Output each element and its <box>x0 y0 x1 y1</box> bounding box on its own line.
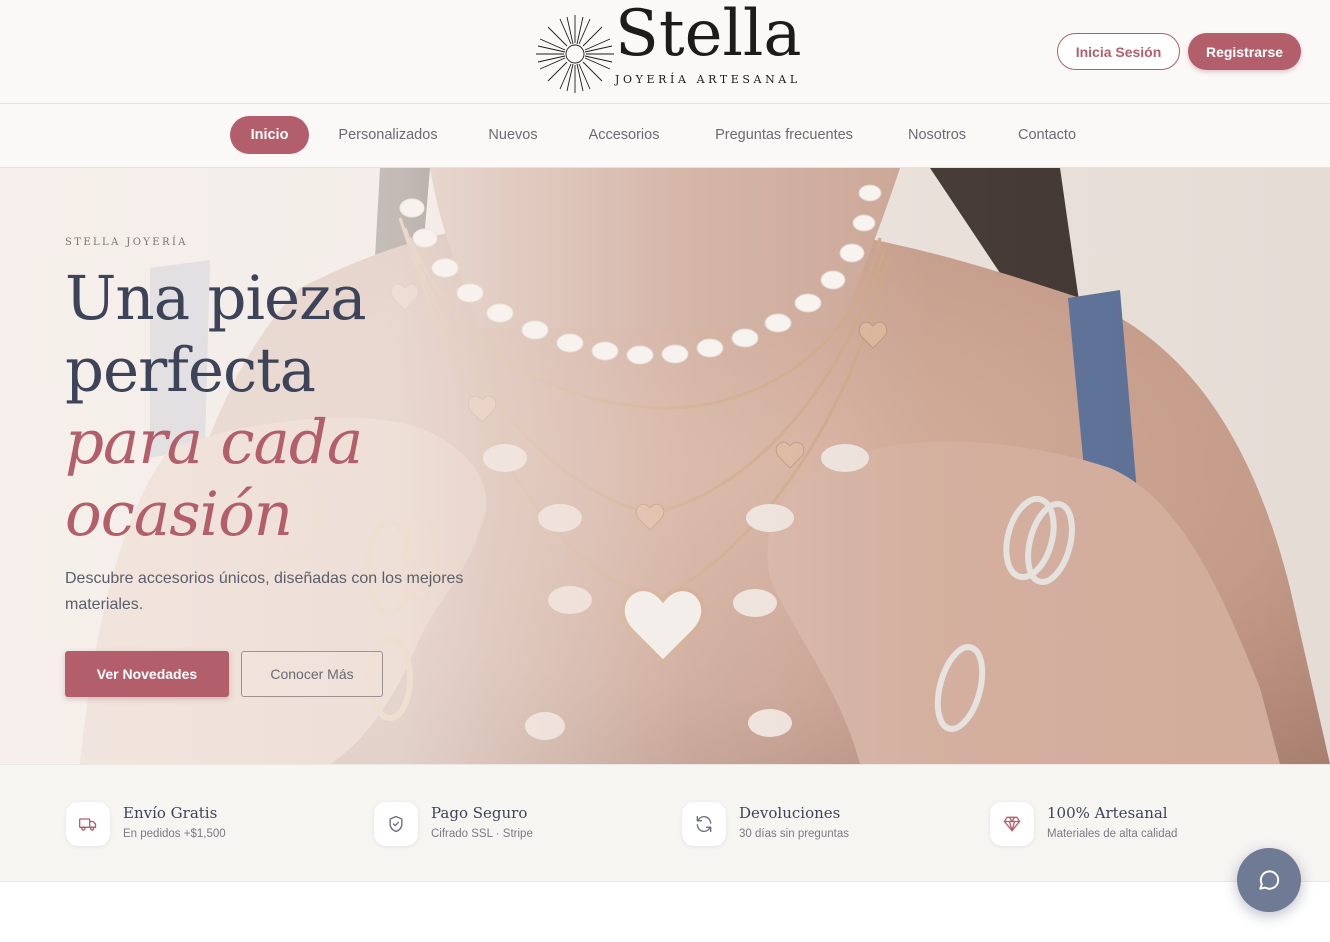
feature-title: Envío Gratis <box>123 804 218 822</box>
nav-item-nosotros[interactable]: Nosotros <box>895 116 979 154</box>
brand-name: Stella <box>615 0 802 71</box>
refresh-icon <box>682 802 726 846</box>
sunburst-logo-icon <box>536 15 614 93</box>
nav-item-personalizados[interactable]: Personalizados <box>325 116 451 154</box>
features-bar: Envío Gratis En pedidos +$1,500 Pago Seg… <box>0 764 1330 882</box>
headline-accent-line-2: ocasión <box>65 479 293 550</box>
nav-item-nuevos[interactable]: Nuevos <box>475 116 551 154</box>
feature-subtitle: Cifrado SSL · Stripe <box>431 828 533 840</box>
nav-item-accesorios[interactable]: Accesorios <box>575 116 673 154</box>
headline-line-2: perfecta <box>65 335 316 406</box>
main-nav: Inicio Personalizados Nuevos Accesorios … <box>0 104 1330 168</box>
brand-tagline: JOYERÍA ARTESANAL <box>615 73 801 86</box>
register-button[interactable]: Registrarse <box>1188 33 1301 70</box>
feature-subtitle: 30 días sin preguntas <box>739 828 849 840</box>
hero-eyebrow: STELLA JOYERÍA <box>65 237 188 248</box>
headline-line-1: Una pieza <box>65 263 367 334</box>
ver-novedades-button[interactable]: Ver Novedades <box>65 651 229 697</box>
brand-logo[interactable]: Stella JOYERÍA ARTESANAL <box>535 2 802 94</box>
feature-title: Devoluciones <box>739 804 841 822</box>
hero-headline: Una pieza perfecta para cada ocasión <box>65 263 367 551</box>
headline-accent-line-1: para cada <box>65 407 363 478</box>
feature-title: Pago Seguro <box>431 804 528 822</box>
chat-bubble-icon <box>1259 870 1280 890</box>
diamond-icon <box>990 802 1034 846</box>
truck-icon <box>66 802 110 846</box>
nav-item-inicio[interactable]: Inicio <box>230 116 309 154</box>
conocer-mas-button[interactable]: Conocer Más <box>241 651 383 697</box>
feature-subtitle: Materiales de alta calidad <box>1047 828 1178 840</box>
chat-button[interactable] <box>1237 848 1301 912</box>
nav-item-contacto[interactable]: Contacto <box>1003 116 1091 154</box>
hero-description: Descubre accesorios únicos, diseñadas co… <box>65 570 464 613</box>
feature-title: 100% Artesanal <box>1047 804 1168 822</box>
shield-check-icon <box>374 802 418 846</box>
login-button[interactable]: Inicia Sesión <box>1057 33 1180 70</box>
hero-section: STELLA JOYERÍA Una pieza perfecta para c… <box>0 168 1330 764</box>
feature-subtitle: En pedidos +$1,500 <box>123 828 226 840</box>
nav-item-preguntas-frecuentes[interactable]: Preguntas frecuentes <box>697 116 871 154</box>
site-header: Stella JOYERÍA ARTESANAL Inicia Sesión R… <box>0 0 1330 104</box>
